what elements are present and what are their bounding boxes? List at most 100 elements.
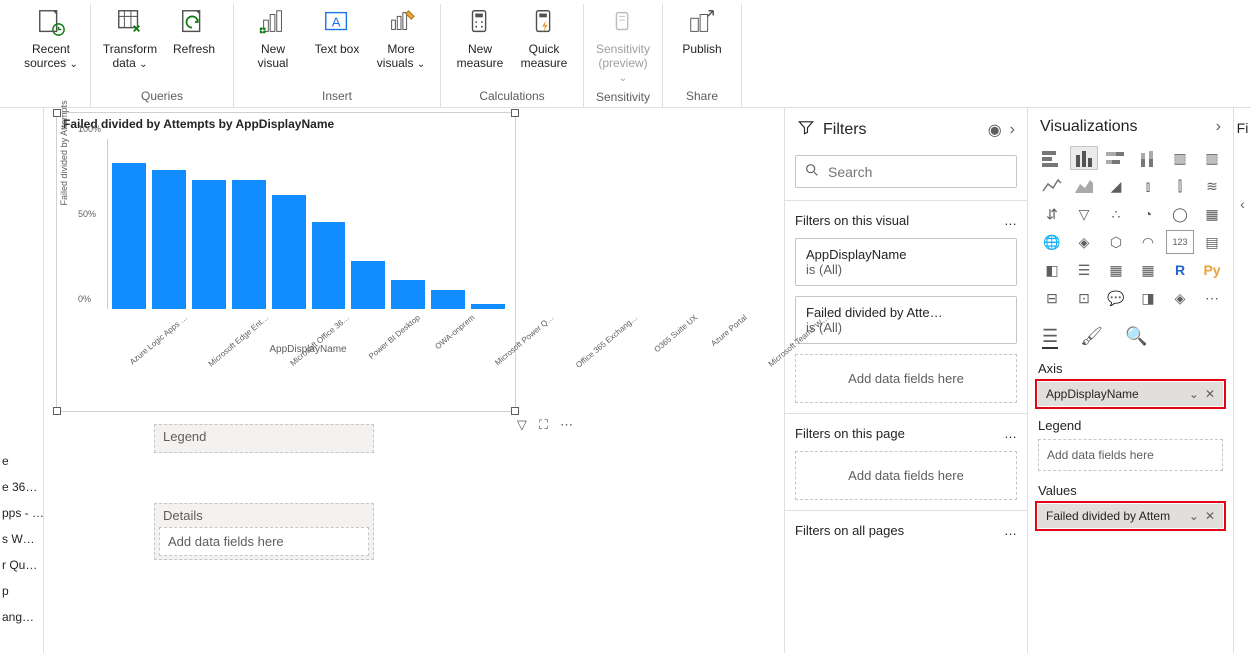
bar[interactable] (112, 163, 146, 309)
remove-icon[interactable]: ✕ (1205, 509, 1215, 523)
viz-key-influencers[interactable]: ⊟ (1038, 286, 1066, 310)
values-field-pill[interactable]: Failed divided by Attem ⌄✕ (1038, 504, 1223, 528)
bar[interactable] (152, 170, 186, 309)
svg-text:A: A (332, 15, 341, 30)
fields-pane-collapsed[interactable]: Fi ‹ (1233, 108, 1251, 653)
viz-donut[interactable]: ◯ (1166, 202, 1194, 226)
ribbon: Recent sources ⌄ Transform data ⌄ Refres… (0, 0, 1251, 108)
viz-slicer[interactable]: ☰ (1070, 258, 1098, 282)
viz-qa[interactable]: 💬 (1102, 286, 1130, 310)
visibility-icon[interactable]: ◉ (988, 120, 1002, 140)
viz-100-bar[interactable]: ▥ (1166, 146, 1194, 170)
more-icon[interactable]: … (1004, 426, 1017, 441)
viz-scatter[interactable]: ∴ (1102, 202, 1130, 226)
transform-data-button[interactable]: Transform data ⌄ (101, 4, 159, 87)
viz-treemap[interactable]: ▦ (1198, 202, 1226, 226)
bar[interactable] (391, 280, 425, 309)
bar[interactable] (312, 222, 346, 309)
search-input[interactable] (828, 164, 1009, 180)
recent-sources-button[interactable]: Recent sources ⌄ (22, 4, 80, 87)
viz-stacked-bar-h[interactable] (1102, 146, 1130, 170)
y-axis-label: Failed divided by Attempts (59, 100, 69, 205)
viz-stacked-bar[interactable] (1038, 146, 1066, 170)
pane-title: Visualizations (1040, 118, 1138, 136)
chevron-down-icon[interactable]: ⌄ (1189, 509, 1199, 523)
viz-filled-map[interactable]: ◈ (1070, 230, 1098, 254)
new-measure-button[interactable]: New measure (451, 4, 509, 87)
viz-card[interactable]: 123 (1166, 230, 1194, 254)
left-fields-sliver: ee 36…pps - … s W…r Qu…p ang… (0, 108, 44, 653)
remove-icon[interactable]: ✕ (1205, 387, 1215, 401)
more-visuals-icon (385, 6, 417, 38)
bar[interactable] (351, 261, 385, 309)
viz-get-more[interactable]: ⋯ (1198, 286, 1226, 310)
viz-matrix[interactable]: ▦ (1134, 258, 1162, 282)
axis-field-pill[interactable]: AppDisplayName ⌄✕ (1038, 382, 1223, 406)
details-well[interactable]: Details Add data fields here (154, 503, 374, 560)
quick-measure-button[interactable]: Quick measure (515, 4, 573, 87)
resize-handle[interactable] (511, 407, 519, 415)
bar[interactable] (192, 180, 226, 309)
viz-kpi[interactable]: ◧ (1038, 258, 1066, 282)
bar[interactable] (232, 180, 266, 309)
bar[interactable] (272, 195, 306, 309)
viz-clustered-column[interactable] (1070, 146, 1098, 170)
label: New visual (246, 42, 300, 70)
new-visual-button[interactable]: New visual (244, 4, 302, 87)
text-box-button[interactable]: A Text box (308, 4, 366, 87)
bar[interactable] (431, 290, 465, 309)
plot-area: 0% 50% 100% (107, 139, 509, 309)
filter-drop-zone[interactable]: Add data fields here (795, 354, 1017, 403)
filter-card[interactable]: AppDisplayName is (All) (795, 238, 1017, 286)
publish-button[interactable]: Publish (673, 4, 731, 87)
viz-line[interactable] (1038, 174, 1066, 198)
resize-handle[interactable] (53, 407, 61, 415)
viz-stacked-column[interactable] (1134, 146, 1162, 170)
filter-drop-zone[interactable]: Add data fields here (795, 451, 1017, 500)
viz-decomp-tree[interactable]: ⊡ (1070, 286, 1098, 310)
viz-shape-map[interactable]: ⬡ (1102, 230, 1130, 254)
viz-map[interactable]: 🌐 (1038, 230, 1066, 254)
collapse-icon[interactable]: › (1010, 121, 1015, 139)
resize-handle[interactable] (511, 109, 519, 117)
viz-r[interactable]: R (1166, 258, 1194, 282)
viz-waterfall[interactable]: ⇵ (1038, 202, 1066, 226)
viz-power-apps[interactable]: ◈ (1166, 286, 1194, 310)
viz-paginated[interactable]: ◨ (1134, 286, 1162, 310)
viz-line-clustered[interactable]: ⫿ (1166, 174, 1194, 198)
fields-tab-icon[interactable]: ☰ (1042, 326, 1058, 349)
more-options-icon[interactable]: ⋯ (560, 417, 573, 433)
refresh-button[interactable]: Refresh (165, 4, 223, 87)
more-icon[interactable]: … (1004, 523, 1017, 538)
viz-area[interactable] (1070, 174, 1098, 198)
viz-table[interactable]: ▦ (1102, 258, 1130, 282)
transform-data-icon (114, 6, 146, 38)
focus-mode-icon[interactable]: ⛶ (539, 417, 548, 433)
label: Sensitivity (preview) ⌄ (596, 42, 650, 86)
report-canvas[interactable]: Failed divided by Attempts by AppDisplay… (44, 108, 784, 653)
visualizations-pane: Visualizations › ▥ ▥ ◢ ⫾ ⫿ ≋ ⇵ ▽ ∴ ◔ ◯ ▦… (1027, 108, 1233, 653)
viz-python[interactable]: Py (1198, 258, 1226, 282)
more-visuals-button[interactable]: More visuals ⌄ (372, 4, 430, 87)
viz-funnel[interactable]: ▽ (1070, 202, 1098, 226)
chevron-down-icon[interactable]: ⌄ (1189, 387, 1199, 401)
legend-drop-zone[interactable]: Add data fields here (1038, 439, 1223, 471)
more-icon[interactable]: … (1004, 213, 1017, 228)
viz-100-column[interactable]: ▥ (1198, 146, 1226, 170)
collapse-icon[interactable]: › (1216, 118, 1221, 136)
legend-well[interactable]: Legend (154, 424, 374, 453)
viz-gauge[interactable]: ◠ (1134, 230, 1162, 254)
search-box[interactable] (795, 155, 1017, 188)
viz-stacked-area[interactable]: ◢ (1102, 174, 1130, 198)
chart-visual[interactable]: Failed divided by Attempts by AppDisplay… (56, 112, 516, 412)
bar[interactable] (471, 304, 505, 309)
axis-section-title: Axis (1038, 361, 1223, 376)
viz-ribbon[interactable]: ≋ (1198, 174, 1226, 198)
filter-icon[interactable]: ▽ (517, 417, 527, 433)
pane-title: Filters (823, 121, 867, 139)
format-tab-icon[interactable]: 🖌 (1080, 326, 1103, 349)
analytics-tab-icon[interactable]: 🔍 (1125, 326, 1147, 349)
viz-line-column[interactable]: ⫾ (1134, 174, 1162, 198)
viz-pie[interactable]: ◔ (1134, 202, 1162, 226)
viz-multi-card[interactable]: ▤ (1198, 230, 1226, 254)
